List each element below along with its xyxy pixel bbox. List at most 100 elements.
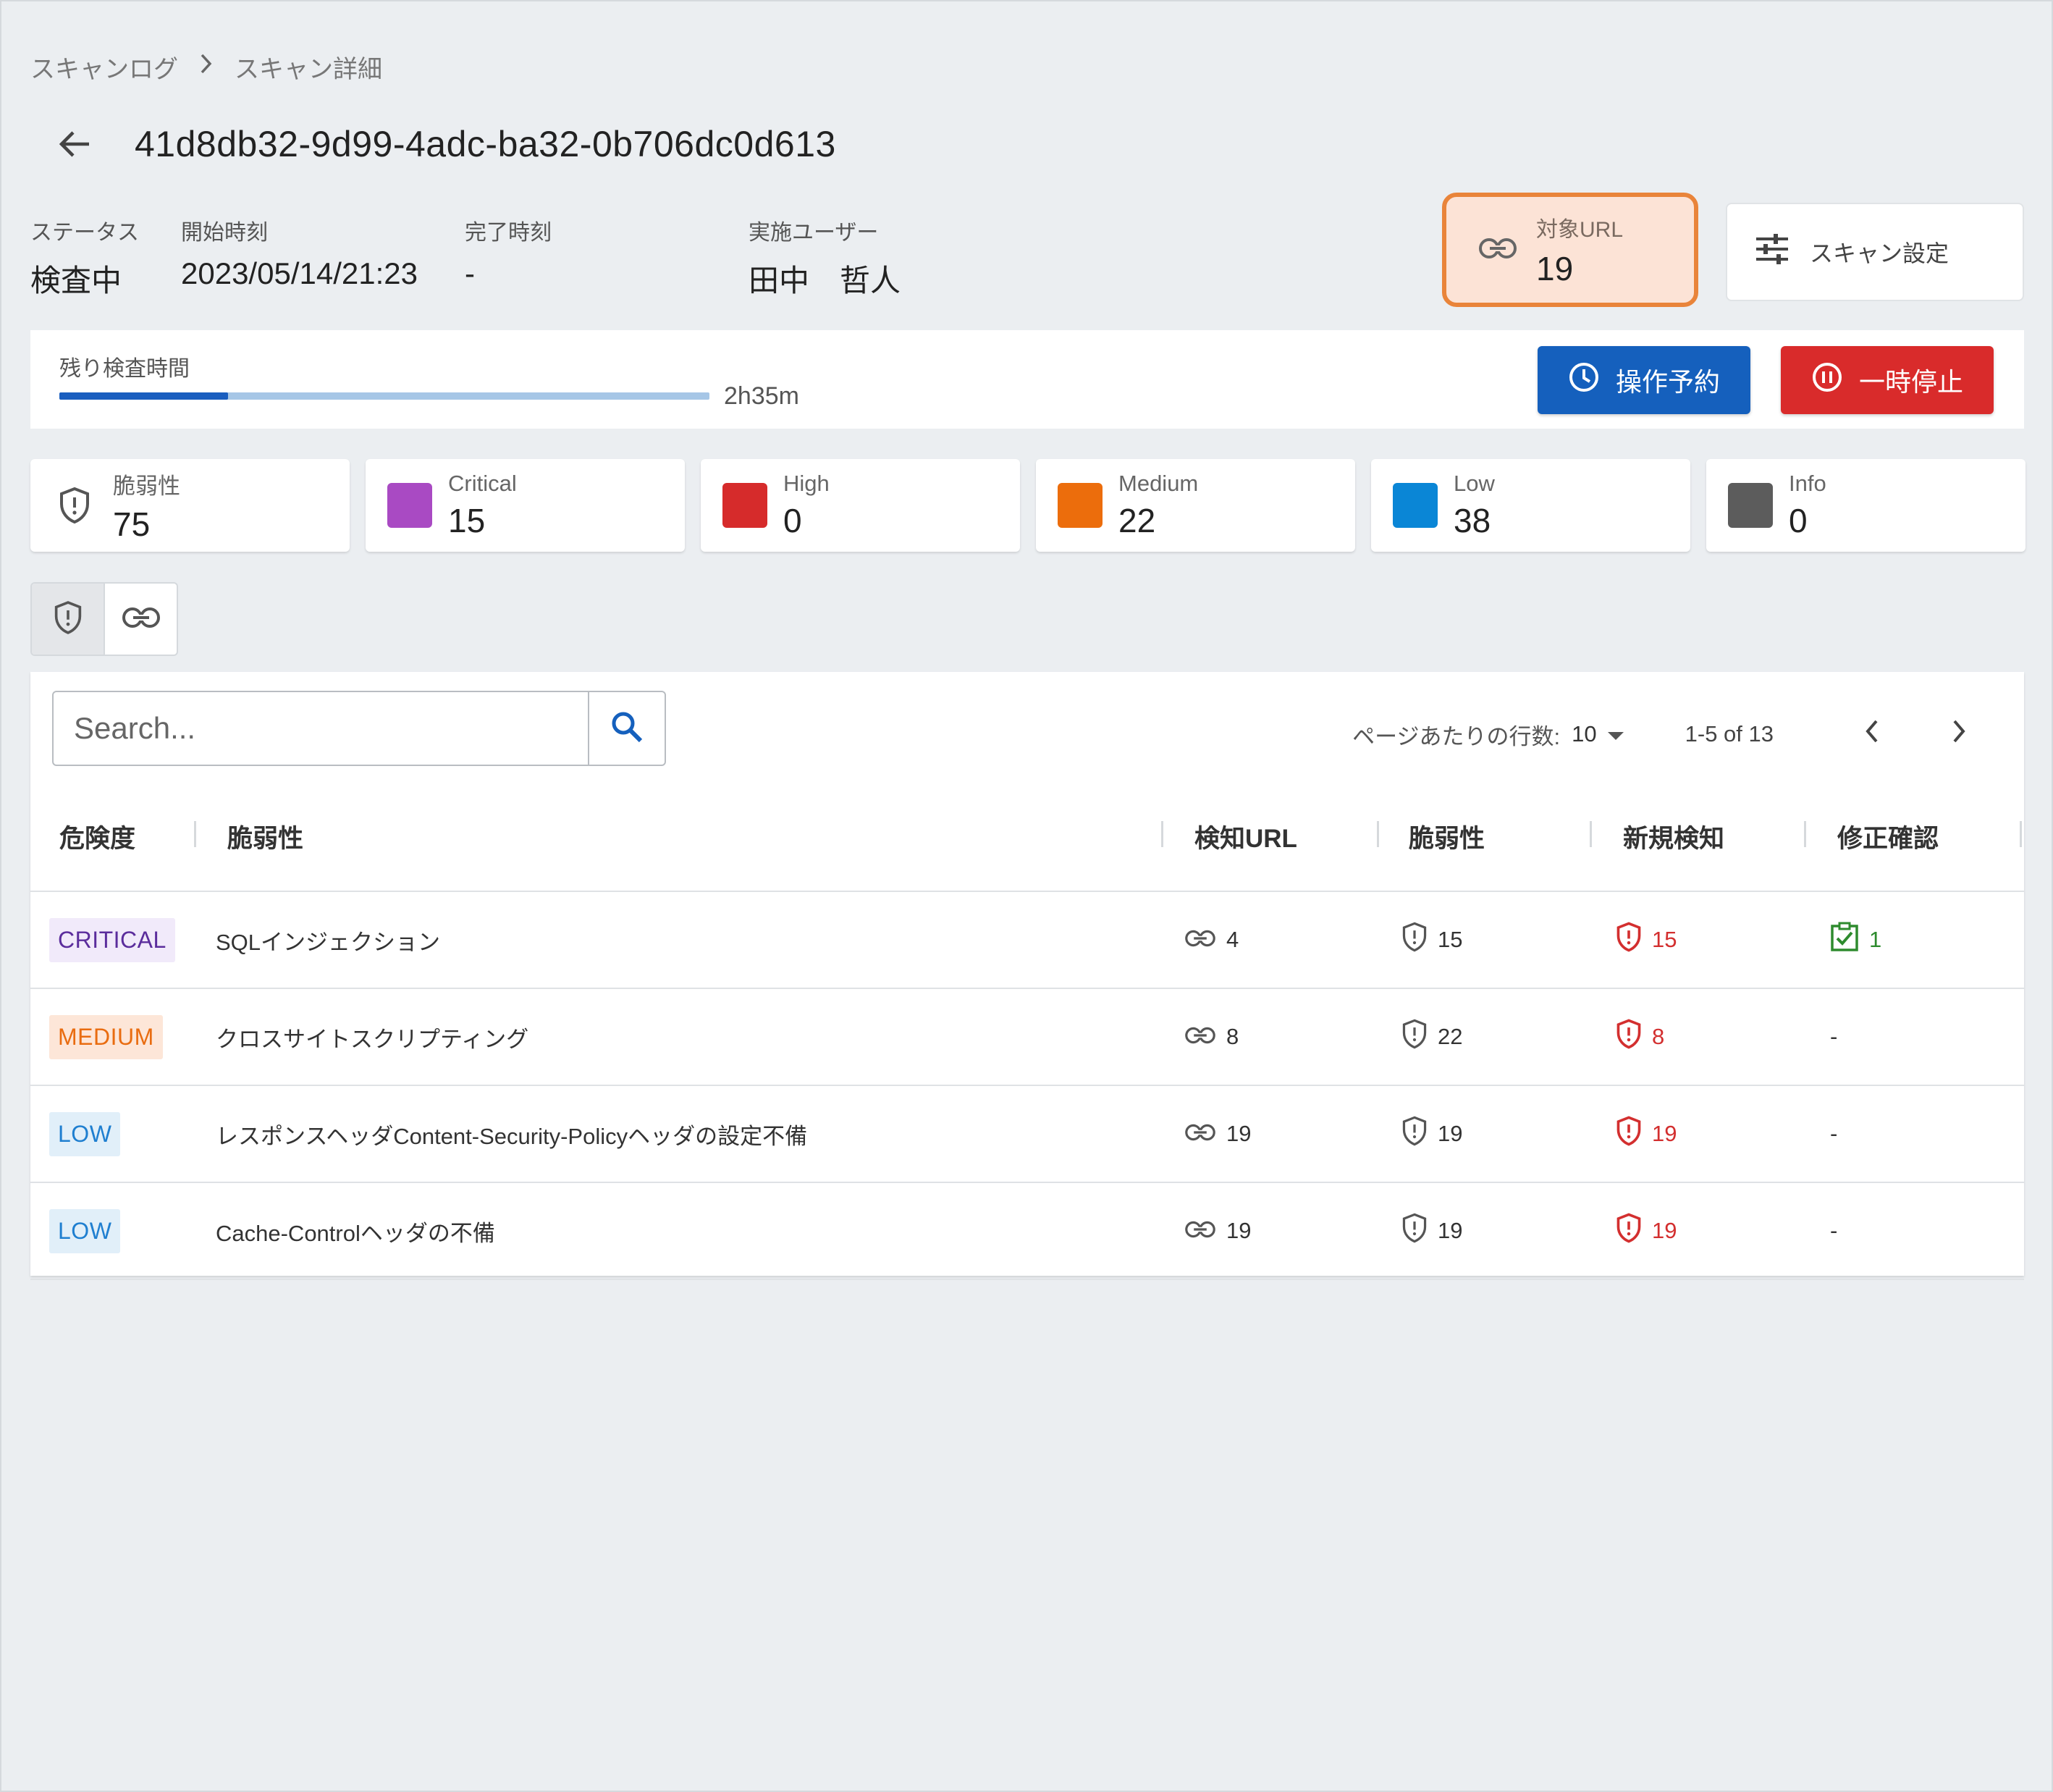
status-label: ステータス (30, 221, 139, 245)
pagination: ページあたりの行数: 10 1-5 of 13 (1352, 712, 1981, 756)
table-row[interactable]: MEDIUM クロスサイトスクリプティング 8 22 8 - (30, 989, 2024, 1086)
search-button[interactable] (588, 692, 665, 765)
column-divider (1804, 821, 1806, 847)
info-swatch (1728, 483, 1773, 528)
stat-label: High (783, 471, 830, 496)
start-time-value: 2023/05/14/21:23 (181, 256, 418, 290)
remaining-time-label: 残り検査時間 (59, 357, 190, 381)
schedule-button[interactable]: 操作予約 (1538, 346, 1750, 414)
column-divider (1161, 821, 1163, 847)
tune-icon (1755, 233, 1789, 271)
pause-button[interactable]: 一時停止 (1781, 346, 1994, 414)
remaining-time-value: 2h35m (724, 382, 799, 410)
clock-icon (1568, 361, 1600, 400)
shield-icon (54, 600, 83, 639)
column-header-vulnerabilities[interactable]: 脆弱性 (1409, 782, 1485, 891)
stat-critical: Critical 15 (366, 459, 685, 552)
column-divider (2020, 821, 2022, 847)
column-header-severity[interactable]: 危険度 (59, 782, 135, 891)
user-label: 実施ユーザー (749, 221, 879, 245)
table-row[interactable]: CRITICAL SQLインジェクション 4 15 15 1 (30, 892, 2024, 989)
schedule-label: 操作予約 (1615, 367, 1720, 397)
progress-bar-fill (59, 392, 229, 400)
low-swatch (1393, 483, 1438, 528)
target-url-count: 19 (1536, 250, 1574, 287)
rows-per-page-value: 10 (1572, 721, 1597, 746)
back-arrow-icon[interactable] (56, 126, 93, 162)
target-url-card[interactable]: 対象URL 19 (1442, 193, 1698, 307)
search-icon (610, 710, 644, 747)
alert-shield-icon (1616, 922, 1642, 958)
stat-value: 0 (783, 502, 802, 539)
severity-stats: 脆弱性 75 Critical 15 High 0 Medium 22 Low 38 In… (30, 459, 2025, 552)
fix-confirmed-count: - (1830, 1218, 1838, 1243)
stat-high: High 0 (701, 459, 1020, 552)
high-swatch (722, 483, 767, 528)
chevron-right-icon (198, 53, 214, 81)
table-row[interactable]: LOW レスポンスヘッダContent-Security-Policyヘッダの設… (30, 1086, 2024, 1183)
alert-shield-icon (1616, 1019, 1642, 1055)
stat-vulnerabilities: 脆弱性 75 (30, 459, 350, 552)
pause-label: 一時停止 (1858, 367, 1963, 397)
severity-badge: MEDIUM (49, 1014, 163, 1059)
progress-bar (59, 392, 709, 400)
column-header-new-detections[interactable]: 新規検知 (1623, 782, 1724, 891)
link-icon (1478, 237, 1517, 263)
end-time-block: 完了時刻 - (465, 214, 552, 291)
vulnerability-name: レスポンスヘッダContent-Security-Policyヘッダの設定不備 (216, 1123, 808, 1149)
shield-icon (1401, 1116, 1428, 1152)
column-header-detected-urls[interactable]: 検知URL (1194, 782, 1297, 891)
vulnerability-name: SQLインジェクション (216, 929, 441, 955)
target-url-label: 対象URL (1536, 218, 1624, 242)
view-vulnerabilities-toggle[interactable] (32, 584, 105, 655)
user-value: 田中 哲人 (749, 264, 901, 298)
column-divider (1590, 821, 1592, 847)
severity-badge: LOW (49, 1208, 121, 1253)
user-block: 実施ユーザー 田中 哲人 (749, 214, 901, 300)
view-urls-toggle[interactable] (105, 584, 177, 655)
end-time-value: - (465, 256, 475, 290)
vulnerability-count: 22 (1438, 1024, 1463, 1049)
vulnerability-name: クロスサイトスクリプティング (216, 1026, 529, 1052)
alert-shield-icon (1616, 1213, 1642, 1249)
vulnerability-count: 19 (1438, 1121, 1463, 1146)
pagination-range: 1-5 of 13 (1685, 721, 1774, 746)
table-row[interactable]: LOW Cache-Controlヘッダの不備 19 19 19 - (30, 1183, 2024, 1280)
fix-confirmed-count: - (1830, 1121, 1838, 1146)
rows-per-page-label: ページあたりの行数: (1352, 723, 1561, 749)
stat-info: Info 0 (1706, 459, 2025, 552)
column-divider (194, 821, 196, 847)
detected-url-count: 19 (1226, 1121, 1252, 1146)
caret-down-icon (1607, 721, 1624, 747)
scan-settings-button[interactable]: スキャン設定 (1726, 203, 2024, 301)
chevron-right-icon (1951, 719, 1967, 749)
vulnerability-count: 19 (1438, 1218, 1463, 1243)
stat-value: 38 (1454, 502, 1491, 539)
stat-label: Medium (1118, 471, 1199, 496)
stat-label: 脆弱性 (113, 473, 180, 499)
column-header-vulnerability[interactable]: 脆弱性 (227, 782, 303, 891)
link-icon (1184, 927, 1216, 953)
medium-swatch (1058, 483, 1103, 528)
column-divider (1377, 821, 1379, 847)
start-time-block: 開始時刻 2023/05/14/21:23 (181, 214, 418, 291)
new-detection-count: 19 (1652, 1121, 1677, 1146)
fix-confirmed-count: 1 (1869, 927, 1882, 952)
check-clipboard-icon (1830, 922, 1859, 958)
next-page-button[interactable] (1937, 712, 1981, 756)
shield-icon (1401, 1019, 1428, 1055)
chevron-left-icon (1864, 719, 1880, 749)
stat-value: 22 (1118, 502, 1156, 539)
detected-url-count: 4 (1226, 927, 1239, 952)
table-header: 危険度 脆弱性 検知URL 脆弱性 新規検知 修正確認 (30, 782, 2024, 892)
search-input[interactable] (54, 692, 588, 765)
rows-per-page-select[interactable]: 10 (1572, 721, 1624, 747)
vulnerability-table-panel: ページあたりの行数: 10 1-5 of 13 危険度 脆弱性 検知URL 脆弱… (30, 672, 2024, 1280)
breadcrumb-item-scan-log[interactable]: スキャンログ (30, 49, 178, 85)
critical-swatch (387, 483, 432, 528)
severity-badge: LOW (49, 1111, 121, 1156)
prev-page-button[interactable] (1850, 712, 1894, 756)
column-header-fix-confirmed[interactable]: 修正確認 (1837, 782, 1939, 891)
new-detection-count: 8 (1652, 1024, 1665, 1049)
status-value: 検査中 (30, 264, 122, 298)
